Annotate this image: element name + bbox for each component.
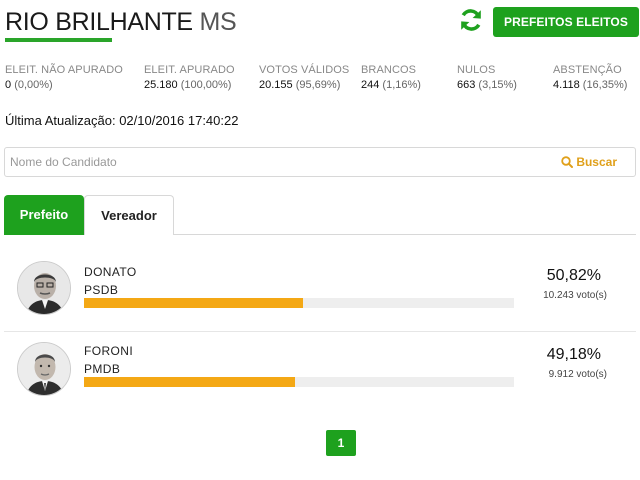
vote-bar-track — [84, 298, 514, 308]
prefeitos-eleitos-button[interactable]: PREFEITOS ELEITOS — [493, 7, 639, 37]
candidate-percent: 50,82% — [546, 267, 601, 284]
state-code: MS — [199, 8, 237, 36]
page-title: RIO BRILHANTE MS — [5, 8, 237, 37]
office-tabs: Prefeito Vereador — [4, 195, 636, 235]
stat-value: 20.155 (95,69%) — [259, 79, 349, 91]
last-update-value: 02/10/2016 17:40:22 — [119, 113, 239, 128]
stat-label: NULOS — [457, 64, 496, 76]
stat-number: 0 — [5, 79, 12, 91]
stat-number: 25.180 — [144, 79, 178, 91]
stat-value: 244 (1,16%) — [361, 79, 421, 91]
pagination-page-1[interactable]: 1 — [326, 430, 356, 456]
stat-label: BRANCOS — [361, 64, 417, 76]
stat-percent: (16,35%) — [582, 79, 628, 91]
candidate-party: PMDB — [84, 362, 121, 376]
stat-value: 25.180 (100,00%) — [144, 79, 235, 91]
header: RIO BRILHANTE MS PREFEITOS ELEITOS — [5, 6, 639, 42]
stats-bar: ELEIT. NÃO APURADO 0 (0,00%) ELEIT. APUR… — [5, 64, 635, 96]
candidate-party: PSDB — [84, 283, 119, 297]
tab-prefeito[interactable]: Prefeito — [4, 195, 84, 235]
candidate-photo — [17, 261, 71, 315]
candidate-photo — [17, 342, 71, 396]
stat-number: 4.118 — [553, 79, 580, 91]
stat-percent: (95,69%) — [295, 79, 341, 91]
search-button-label: Buscar — [576, 155, 617, 169]
candidate-name: FORONI — [84, 344, 134, 358]
stat-brancos: BRANCOS 244 (1,16%) — [361, 64, 421, 91]
search-button[interactable]: Buscar — [561, 155, 617, 169]
city-name: RIO BRILHANTE — [5, 8, 193, 36]
stat-percent: (0,00%) — [14, 79, 53, 91]
stat-percent: (1,16%) — [382, 79, 421, 91]
vote-bar-fill — [84, 377, 296, 387]
vote-bar-track — [84, 377, 514, 387]
stat-label: ABSTENÇÃO — [553, 64, 622, 76]
stat-nulos: NULOS 663 (3,15%) — [457, 64, 517, 91]
stat-label: ELEIT. NÃO APURADO — [5, 64, 123, 76]
stat-percent: (3,15%) — [478, 79, 517, 91]
last-update-label: Última Atualização: — [5, 113, 116, 128]
tab-vereador[interactable]: Vereador — [84, 195, 174, 235]
search-icon — [561, 156, 574, 168]
candidate-votes: 9.912 voto(s) — [548, 369, 607, 380]
candidate-votes: 10.243 voto(s) — [543, 290, 607, 301]
candidate-row[interactable]: FORONI PMDB 49,18% 9.912 voto(s) — [4, 331, 636, 409]
stat-label: ELEIT. APURADO — [144, 64, 235, 76]
candidate-name: DONATO — [84, 265, 137, 279]
stat-votos-validos: VOTOS VÁLIDOS 20.155 (95,69%) — [259, 64, 349, 91]
candidate-search-input[interactable] — [10, 150, 530, 174]
title-underline — [5, 38, 112, 42]
last-update: Última Atualização: 02/10/2016 17:40:22 — [5, 113, 238, 128]
stat-value: 0 (0,00%) — [5, 79, 123, 91]
stat-abstencao: ABSTENÇÃO 4.118 (16,35%) — [553, 64, 627, 91]
stat-number: 20.155 — [259, 79, 293, 91]
candidate-row[interactable]: DONATO PSDB 50,82% 10.243 voto(s) — [4, 252, 636, 330]
refresh-icon[interactable] — [458, 7, 484, 33]
vote-bar-fill — [84, 298, 303, 308]
stat-label: VOTOS VÁLIDOS — [259, 64, 350, 76]
search-box: Buscar — [4, 147, 636, 177]
stat-value: 663 (3,15%) — [457, 79, 517, 91]
stat-number: 244 — [361, 79, 380, 91]
stat-apurado: ELEIT. APURADO 25.180 (100,00%) — [144, 64, 235, 91]
stat-number: 663 — [457, 79, 476, 91]
stat-nao-apurado: ELEIT. NÃO APURADO 0 (0,00%) — [5, 64, 123, 91]
stat-value: 4.118 (16,35%) — [553, 79, 627, 91]
stat-percent: (100,00%) — [180, 79, 232, 91]
candidate-percent: 49,18% — [546, 346, 601, 363]
